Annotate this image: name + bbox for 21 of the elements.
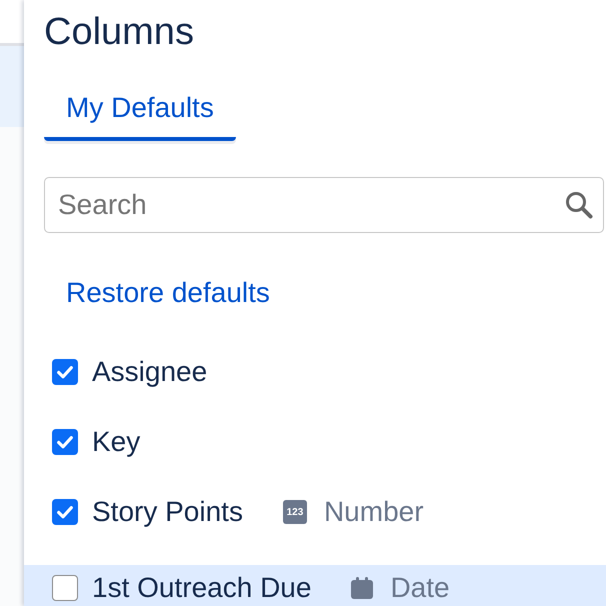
column-label: Story Points (92, 495, 243, 529)
checkbox[interactable] (52, 499, 78, 525)
checkmark-icon (57, 436, 73, 448)
field-type-label: Number (324, 495, 424, 529)
checkbox[interactable] (52, 429, 78, 455)
checkbox[interactable] (52, 575, 78, 601)
hovered-row[interactable]: 1st Outreach Due Date (24, 565, 606, 606)
panel-title: Columns (44, 10, 194, 54)
column-label: 1st Outreach Due (92, 571, 312, 605)
column-label: Assignee (92, 355, 208, 389)
calendar-icon (351, 577, 374, 599)
restore-defaults-link[interactable]: Restore defaults (66, 276, 270, 310)
checkmark-icon (57, 506, 73, 518)
checkmark-icon (57, 366, 73, 378)
column-label: Key (92, 425, 140, 459)
field-type-label: Date (390, 571, 450, 605)
tab[interactable]: My Defaults (44, 80, 236, 141)
number-type-badge: 123 (282, 500, 307, 524)
checkbox[interactable] (52, 359, 78, 385)
search-field[interactable]: Search (44, 177, 604, 233)
search-icon[interactable] (565, 191, 593, 219)
